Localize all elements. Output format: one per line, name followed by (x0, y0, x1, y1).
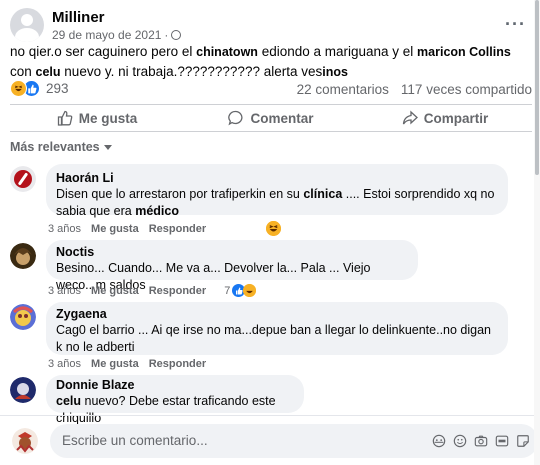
post-author[interactable]: Milliner (52, 9, 181, 27)
engagement-counts: 22 comentarios 117 veces compartido (297, 82, 532, 97)
avatar[interactable] (10, 304, 36, 330)
avatar[interactable] (10, 377, 36, 403)
post-date[interactable]: 29 de mayo de 2021 (52, 28, 161, 42)
gif-icon[interactable] (494, 433, 509, 448)
link-clinica[interactable]: clínica (303, 187, 342, 201)
comment-like-button[interactable]: Me gusta (91, 223, 139, 235)
comment: Zygaena Cag0 el barrio ... Ai qe irse no… (10, 302, 508, 355)
author-avatar[interactable] (10, 8, 44, 42)
comment-bubble: Zygaena Cag0 el barrio ... Ai qe irse no… (46, 302, 508, 355)
chevron-down-icon (103, 144, 112, 150)
comment-bubble: Donnie Blaze celu nuevo? Debe estar traf… (46, 375, 304, 425)
comment-reply-button[interactable]: Responder (149, 285, 206, 297)
shares-count[interactable]: 117 veces compartido (401, 82, 532, 97)
link-celu[interactable]: celu (56, 394, 81, 408)
link-medico[interactable]: médico (135, 204, 179, 218)
sticker-icon[interactable] (515, 433, 530, 448)
avatar[interactable] (12, 427, 38, 454)
emoji-icon[interactable] (452, 433, 467, 448)
comment: Haorán Li Disen que lo arrestaron por tr… (10, 164, 508, 218)
haha-reaction-icon (10, 80, 27, 97)
comment-sort-dropdown[interactable]: Más relevantes (10, 140, 112, 154)
comment: Donnie Blaze celu nuevo? Debe estar traf… (10, 375, 304, 425)
comment-bubble: Haorán Li Disen que lo arrestaron por tr… (46, 164, 508, 218)
share-arrow-icon (402, 110, 418, 125)
like-button[interactable]: Me gusta (10, 105, 184, 131)
more-options-icon[interactable]: ··· (505, 14, 526, 35)
comment-footer: 3 años Me gusta Responder (48, 358, 207, 370)
link-chinatown[interactable]: chinatown (196, 45, 258, 59)
post-header: Milliner 29 de mayo de 2021 · (10, 8, 182, 42)
link-inos[interactable]: inos (322, 65, 348, 79)
post-action-bar: Me gusta Comentar Compartir (10, 104, 532, 132)
share-button[interactable]: Compartir (358, 105, 532, 131)
speech-bubble-icon (228, 110, 243, 126)
scrollbar-thumb[interactable] (535, 0, 539, 175)
comment-author[interactable]: Zygaena (56, 306, 498, 322)
comment-button[interactable]: Comentar (184, 105, 358, 131)
composer-tools (431, 433, 530, 448)
comment-reply-button[interactable]: Responder (149, 358, 206, 370)
comment-bubble: Noctis Besino... Cuando... Me va a... De… (46, 240, 418, 292)
thumbs-up-icon (57, 110, 73, 126)
comment-like-button[interactable]: Me gusta (91, 358, 139, 370)
comment-author[interactable]: Noctis (56, 244, 408, 260)
globe-icon (171, 29, 182, 40)
haha-reaction-icon (243, 284, 257, 297)
post-text: no qier.o ser caguinero pero el chinatow… (10, 44, 511, 79)
link-celu[interactable]: celu (36, 65, 61, 79)
comment-input[interactable]: Escribe un comentario... (50, 423, 538, 458)
comment: Noctis Besino... Cuando... Me va a... De… (10, 240, 418, 292)
comment-like-button[interactable]: Me gusta (91, 285, 139, 297)
haha-reaction-icon (266, 221, 282, 236)
comments-count[interactable]: 22 comentarios (297, 82, 389, 97)
camera-icon[interactable] (473, 433, 488, 448)
comment-reactions[interactable] (266, 221, 282, 236)
comment-author[interactable]: Haorán Li (56, 170, 498, 186)
avatar-sticker-icon[interactable] (431, 433, 446, 448)
comment-text: Cag0 el barrio ... Ai qe irse no ma...de… (56, 323, 492, 354)
link-maricon-collins[interactable]: maricon Collins (417, 45, 511, 59)
comment-footer: 3 años Me gusta Responder (48, 221, 282, 236)
avatar[interactable] (10, 166, 36, 192)
avatar[interactable] (10, 243, 36, 269)
comment-reaction-count: 7 (224, 284, 231, 297)
comment-reply-button[interactable]: Responder (149, 223, 206, 235)
comment-text: Disen que lo arrestaron por trafiperkin … (56, 187, 495, 218)
reaction-count: 293 (46, 81, 69, 96)
scrollbar[interactable] (534, 0, 540, 465)
comment-reactions[interactable]: 7 (224, 284, 257, 297)
comment-author[interactable]: Donnie Blaze (56, 377, 294, 393)
comment-footer: 3 años Me gusta Responder 7 (48, 284, 257, 297)
post-meta: 29 de mayo de 2021 · (52, 28, 182, 42)
comment-composer: Escribe un comentario... (0, 415, 540, 465)
reaction-summary[interactable]: 293 (10, 80, 69, 97)
